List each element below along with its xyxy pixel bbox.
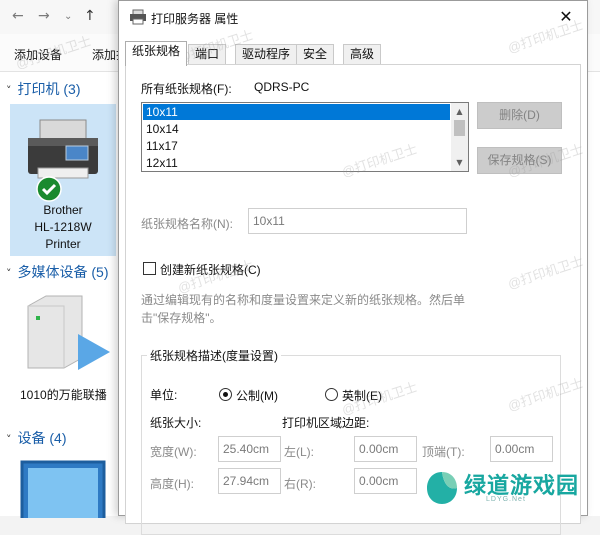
printer-name-line3: Printer (45, 237, 81, 251)
list-item[interactable]: 10x11 (143, 104, 450, 120)
list-item[interactable]: 11x17 (143, 138, 450, 154)
measurements-title: 纸张规格描述(度量设置) (147, 347, 281, 364)
chevron-down-icon[interactable]: ⌄ (64, 11, 72, 22)
tab-drivers[interactable]: 驱动程序 (235, 44, 298, 65)
devices-group-header[interactable]: ˅ 设备 (4) (0, 428, 67, 448)
scroll-down-icon[interactable]: ▼ (451, 154, 468, 171)
chevron-down-icon: ˅ (6, 84, 12, 97)
dialog-titlebar[interactable]: 打印服务器 属性 ✕ (119, 1, 587, 35)
create-new-form-checkbox[interactable] (143, 262, 156, 275)
chevron-down-icon: ˅ (6, 433, 12, 446)
close-button[interactable]: ✕ (545, 1, 587, 33)
form-name-input[interactable]: 10x11 (248, 208, 467, 234)
english-radio[interactable] (325, 388, 338, 401)
printer-icon (130, 9, 146, 25)
height-label: 高度(H): (150, 477, 194, 491)
logo-icon (427, 472, 457, 504)
english-label: 英制(E) (342, 389, 382, 403)
add-device-command[interactable]: 添加设备 (14, 46, 62, 63)
top-margin-label: 顶端(T): (422, 445, 465, 459)
tab-forms[interactable]: 纸张规格 (125, 41, 188, 66)
all-forms-label: 所有纸张规格(F): (141, 82, 232, 96)
forms-scrollbar[interactable]: ▲ ▼ (451, 103, 468, 171)
printer-icon (28, 119, 98, 179)
printer-tile-brother[interactable]: Brother HL-1218W Printer (10, 104, 116, 256)
printers-group-header[interactable]: ˅ 打印机 (3) (0, 79, 81, 99)
monitor-icon[interactable] (18, 458, 108, 518)
printer-name-line1: Brother (43, 203, 83, 217)
forms-listbox[interactable]: 10x11 10x14 11x17 12x11 ▲ ▼ (141, 102, 469, 172)
dialog-title: 打印服务器 属性 (151, 12, 239, 26)
left-margin-label: 左(L): (284, 445, 315, 459)
width-input[interactable]: 25.40cm (218, 436, 281, 462)
create-new-form-label: 创建新纸张规格(C) (160, 263, 261, 277)
metric-radio[interactable] (219, 388, 232, 401)
height-input[interactable]: 27.94cm (218, 468, 281, 494)
media-device-icon[interactable] (22, 294, 112, 374)
forward-arrow-icon[interactable]: → (38, 8, 50, 24)
media-group-label: 多媒体设备 (5) (17, 264, 109, 280)
form-name-label: 纸张规格名称(N): (141, 217, 233, 231)
scroll-thumb[interactable] (454, 120, 465, 136)
right-margin-input[interactable]: 0.00cm (354, 468, 417, 494)
left-margin-input[interactable]: 0.00cm (354, 436, 417, 462)
description-line1: 通过编辑现有的名称和度量设置来定义新的纸张规格。然后单 (141, 293, 466, 307)
printer-name-line2: HL-1218W (34, 220, 92, 234)
printers-group-label: 打印机 (3) (17, 81, 81, 97)
forms-tab-panel: 所有纸张规格(F): QDRS-PC 10x11 10x14 11x17 12x… (125, 64, 581, 535)
default-check-icon (36, 176, 62, 202)
top-margin-input[interactable]: 0.00cm (490, 436, 553, 462)
printer-margins-label: 打印机区域边距: (282, 416, 370, 430)
back-arrow-icon[interactable]: ← (12, 8, 24, 24)
list-item[interactable]: 10x14 (143, 121, 450, 137)
site-logo: 绿道游戏园 LDYG.Net (424, 466, 594, 510)
right-margin-label: 右(R): (284, 477, 316, 491)
print-server-properties-dialog: 打印服务器 属性 ✕ 纸张规格 端口 驱动程序 安全 高级 所有纸张规格(F):… (118, 0, 588, 535)
paper-size-label: 纸张大小: (150, 416, 202, 430)
up-arrow-icon[interactable]: ↑ (84, 8, 96, 24)
delete-button[interactable]: 删除(D) (477, 102, 562, 129)
metric-label: 公制(M) (236, 389, 278, 403)
chevron-down-icon: ˅ (6, 267, 12, 280)
logo-subtext: LDYG.Net (486, 496, 526, 503)
tab-ports[interactable]: 端口 (188, 44, 227, 65)
server-name: QDRS-PC (254, 80, 310, 94)
media-device-label: 1010的万能联播 (20, 388, 107, 402)
scroll-up-icon[interactable]: ▲ (451, 103, 468, 120)
description-text: 通过编辑现有的名称和度量设置来定义新的纸张规格。然后单 击"保存规格"。 (141, 291, 481, 327)
tab-security[interactable]: 安全 (296, 44, 335, 65)
width-label: 宽度(W): (150, 445, 197, 459)
media-group-header[interactable]: ˅ 多媒体设备 (5) (0, 262, 109, 282)
devices-group-label: 设备 (4) (17, 430, 67, 446)
save-form-button[interactable]: 保存规格(S) (477, 147, 562, 174)
list-item[interactable]: 12x11 (143, 155, 450, 171)
description-line2: 击"保存规格"。 (141, 311, 222, 325)
tab-advanced[interactable]: 高级 (343, 44, 382, 65)
units-label: 单位: (150, 388, 178, 402)
